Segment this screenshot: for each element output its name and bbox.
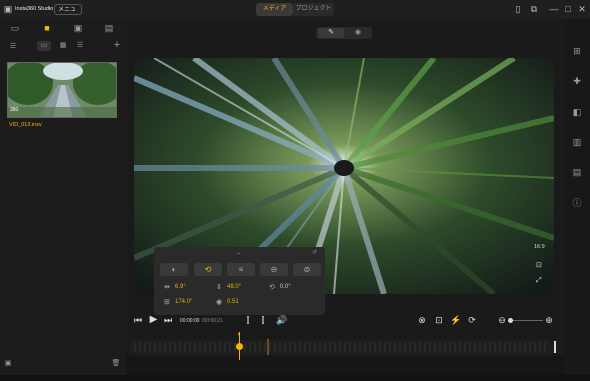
speed-icon[interactable]: ⟳ — [466, 315, 478, 326]
view-mode-toggle: ✎ ◉ — [316, 27, 372, 39]
timeline-waveform — [130, 339, 560, 355]
import-icon[interactable]: ▣ — [71, 23, 85, 34]
play-icon[interactable]: ▶ — [148, 314, 159, 325]
roll-icon: ⟲ — [269, 284, 275, 291]
camera-icon[interactable]: ⊞ — [570, 46, 584, 57]
pan-icon: ⇹ — [164, 284, 170, 291]
tilt-icon: ⇕ — [216, 284, 222, 291]
media-thumbnail[interactable]: 360 — [7, 62, 117, 118]
aspect-ratio-label[interactable]: 16:9 — [534, 244, 545, 250]
volume-icon[interactable]: 🔊 — [276, 315, 287, 326]
media-filename: VID_013.insv — [9, 122, 42, 128]
book-icon[interactable]: ▯ — [513, 0, 523, 19]
badge-360: 360 — [10, 107, 19, 113]
menu-dropdown[interactable]: メニュー ▾ — [54, 4, 82, 24]
view-list-icon[interactable]: ☰ — [73, 41, 87, 49]
snapshot-icon[interactable]: ◧ — [570, 107, 584, 118]
view-grid-icon[interactable]: ▦ — [56, 41, 70, 49]
film-icon[interactable]: ▥ — [570, 137, 584, 148]
flash-icon[interactable]: ⚡ — [450, 315, 461, 326]
close-icon[interactable]: ✕ — [577, 0, 587, 19]
cancel-circle-icon[interactable]: ⊗ — [417, 315, 427, 326]
loop-mode-icon[interactable]: ⟲ — [194, 263, 222, 276]
level-icon[interactable]: ⊜ — [293, 263, 321, 276]
reset-icon[interactable]: ↺ — [312, 249, 317, 256]
distance-icon: ◉ — [216, 299, 223, 306]
zoom-in-icon[interactable]: ⊕ — [544, 315, 554, 326]
current-time: 00:00:00 — [180, 318, 200, 324]
app-title: Insta360 Studio — [15, 6, 54, 12]
timeline-track[interactable] — [130, 338, 560, 356]
monitor-icon[interactable]: ▭ — [8, 23, 22, 34]
preview-eye-icon[interactable]: ◉ — [346, 28, 370, 38]
export-layers-icon[interactable]: ▤ — [570, 167, 584, 178]
duration-time: /00:00:21 — [202, 318, 223, 324]
trim-end-icon[interactable]: ⫿ — [258, 315, 268, 326]
playhead-marker-icon: ▲ — [237, 331, 241, 336]
panel-toggle-icon[interactable]: ▣ — [3, 359, 13, 367]
title-bar: ▣ Insta360 Studio メニュー ▾ メディア プロジェクト ▯ ⧉… — [0, 0, 590, 24]
align-horizon-icon[interactable]: ≡ — [227, 263, 255, 276]
view-single-icon[interactable]: ▭ — [37, 41, 51, 51]
tab-project[interactable]: プロジェクト — [293, 3, 334, 16]
maximize-icon[interactable]: □ — [563, 0, 573, 19]
zoom-out-icon[interactable]: ⊖ — [497, 315, 507, 326]
app-logo-icon: ▣ — [3, 4, 13, 14]
document-icon[interactable]: ▤ — [102, 23, 116, 34]
viewpoint-adjust-panel: ⌄ ↺ ◐ ⟲ ≡ ⊖ ⊜ ⇹ 6.9° ⇕ 48.0° ⟲ 0.0° ⊞ 17… — [154, 247, 325, 315]
thumbnail-image — [8, 63, 116, 117]
roll-value[interactable]: 0.0° — [280, 284, 291, 290]
skip-forward-icon[interactable]: ⏭ — [163, 315, 173, 326]
minimize-icon[interactable]: — — [549, 0, 559, 19]
status-bar — [0, 375, 590, 381]
pan-value[interactable]: 6.9° — [175, 284, 186, 290]
zoom-slider-handle[interactable] — [508, 318, 513, 323]
fullscreen-icon[interactable]: ⤢ — [536, 277, 542, 285]
edit-window-icon[interactable]: ⧉ — [529, 0, 539, 19]
tab-media[interactable]: メディア — [256, 3, 293, 16]
fov-icon: ⊞ — [164, 299, 170, 306]
add-icon[interactable]: + — [110, 39, 124, 51]
distance-value[interactable]: 0.51 — [227, 299, 239, 305]
sphere-mode-icon[interactable]: ◐ — [160, 263, 188, 276]
playhead-handle[interactable] — [236, 343, 243, 350]
fov-value[interactable]: 174.0° — [175, 299, 192, 305]
edit-mode-icon[interactable]: ✎ — [318, 28, 344, 38]
skip-back-icon[interactable]: ⏮ — [133, 315, 143, 326]
trash-icon[interactable]: 🗑 — [111, 359, 121, 367]
flip-icon[interactable]: ⊖ — [260, 263, 288, 276]
zoom-slider-track[interactable] — [509, 320, 543, 321]
trim-start-icon[interactable]: ⫿ — [243, 315, 253, 326]
folder-icon[interactable]: ■ — [40, 23, 54, 33]
ai-frame-icon[interactable]: ⊡ — [434, 315, 444, 326]
sort-icon[interactable]: ☰ — [6, 42, 20, 50]
right-toolbar: ⊞ ✚ ◧ ▥ ▤ ⓘ — [564, 19, 590, 375]
collapse-chevron-icon[interactable]: ⌄ — [236, 249, 241, 256]
info-icon[interactable]: ⓘ — [570, 196, 584, 209]
tilt-value[interactable]: 48.0° — [227, 284, 241, 290]
screenshot-icon[interactable]: ⊡ — [536, 261, 542, 269]
puzzle-icon[interactable]: ✚ — [570, 76, 584, 87]
